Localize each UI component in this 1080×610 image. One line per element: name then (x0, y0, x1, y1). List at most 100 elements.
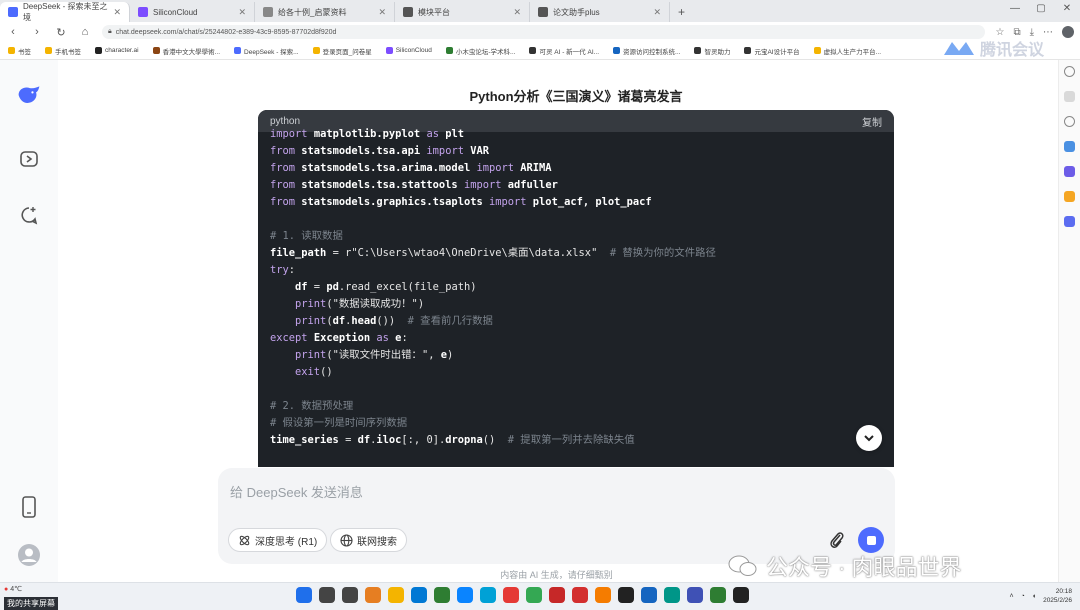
taskbar-app-icon[interactable] (342, 587, 358, 603)
code-token: = (307, 281, 327, 293)
taskbar-app-icon[interactable] (710, 587, 726, 603)
paperclip-icon[interactable] (828, 530, 846, 550)
bookmark-item[interactable]: 香港中文大學學術... (152, 46, 220, 56)
code-token: statsmodels.tsa.arima.model (301, 162, 471, 174)
search-icon[interactable] (1064, 66, 1075, 77)
code-token: plot_acf, plot_pacf (532, 196, 652, 208)
code-token: statsmodels.graphics.tsaplots (301, 196, 483, 208)
taskbar-app-icon[interactable] (457, 587, 473, 603)
message-input[interactable]: 给 DeepSeek 发送消息 (230, 482, 363, 501)
bookmark-item[interactable]: 手机书签 (45, 46, 81, 56)
bookmark-item[interactable]: 书签 (8, 46, 31, 56)
taskbar-app-icon[interactable] (411, 587, 427, 603)
code-token: adfuller (507, 179, 558, 191)
taskbar-app-icon[interactable] (572, 587, 588, 603)
back-icon[interactable]: ‹ (6, 26, 20, 38)
taskbar-app-icon[interactable] (549, 587, 565, 603)
bookmark-item[interactable]: 元宝AI设计平台 (744, 46, 800, 56)
forward-icon[interactable]: › (30, 26, 44, 38)
tab-close-icon[interactable]: ✕ (113, 7, 121, 18)
shopping-icon[interactable] (1064, 191, 1075, 202)
bookmark-item[interactable]: 虚拟人生产力平台... (813, 46, 881, 56)
browser-tab[interactable]: 模块平台 ✕ (395, 2, 530, 22)
weather-icon: ● (4, 586, 9, 593)
tool-icon[interactable] (1064, 91, 1075, 102)
tab-close-icon[interactable]: ✕ (238, 7, 246, 18)
code-line: # 假设第一列是时间序列数据 (270, 415, 716, 432)
browser-tab[interactable]: 论文助手plus ✕ (530, 2, 670, 22)
code-token: iloc (376, 434, 402, 446)
code-token: exit (295, 366, 321, 378)
code-token: file_path (270, 247, 327, 259)
taskbar-app-icon[interactable] (733, 587, 749, 603)
bookmark-item[interactable]: 小木虫论坛-学术科... (445, 46, 515, 56)
tab-close-icon[interactable]: ✕ (513, 7, 521, 18)
code-token: print (295, 298, 327, 310)
taskbar-app-icon[interactable] (434, 587, 450, 603)
home-icon[interactable]: ⌂ (78, 26, 92, 38)
taskbar-app-icon[interactable] (595, 587, 611, 603)
bookmark-item[interactable]: 可灵 AI - 新一代 AI... (529, 46, 599, 56)
chevron-up-icon[interactable]: ˄ (1010, 593, 1014, 600)
weather-widget[interactable]: ● 4℃ (4, 585, 22, 593)
url-text: chat.deepseek.com/a/chat/s/25244802-e389… (115, 28, 337, 36)
code-token: () (320, 366, 333, 378)
copy-button[interactable]: 复制 (862, 114, 882, 129)
clock[interactable]: 20:18 2025/2/26 (1043, 587, 1072, 605)
screen-share-label: 我的共享屏幕 (4, 597, 58, 610)
url-field[interactable]: 🔒︎ chat.deepseek.com/a/chat/s/25244802-e… (102, 25, 986, 39)
bookmark-item[interactable]: 登录页面_问卷星 (312, 46, 372, 56)
taskbar-app-icon[interactable] (618, 587, 634, 603)
network-icon[interactable]: ◔ (1021, 593, 1025, 600)
bookmark-item[interactable]: character.ai (95, 47, 139, 54)
taskbar-app-icon[interactable] (641, 587, 657, 603)
bookmark-label: character.ai (105, 47, 139, 54)
volume-icon[interactable]: ◖ (1032, 593, 1036, 600)
deep-think-button[interactable]: 深度思考 (R1) (228, 528, 328, 552)
bookmark-item[interactable]: SiliconCloud (385, 47, 432, 54)
code-token: from (270, 179, 296, 191)
close-window-icon[interactable]: ✕ (1060, 3, 1074, 14)
bookmark-item[interactable]: DeepSeek - 探索... (234, 46, 299, 56)
user-avatar[interactable] (16, 542, 42, 568)
browser-tab[interactable]: DeepSeek - 探索未至之境 ✕ (0, 2, 130, 22)
code-token: from (270, 162, 296, 174)
taskbar-app-icon[interactable] (664, 587, 680, 603)
tab-close-icon[interactable]: ✕ (653, 7, 661, 18)
start-menu-icon[interactable] (296, 587, 312, 603)
games-icon[interactable] (1064, 166, 1075, 177)
chat-history-icon[interactable] (16, 202, 42, 228)
menu-icon[interactable]: ⋯ (1043, 27, 1053, 38)
tab-close-icon[interactable]: ✕ (378, 7, 386, 18)
taskbar-app-icon[interactable] (319, 587, 335, 603)
taskbar-app-icon[interactable] (503, 587, 519, 603)
code-token: : (401, 332, 408, 344)
reload-icon[interactable]: ↻ (54, 26, 68, 39)
scroll-down-button[interactable] (856, 425, 882, 451)
timer-icon[interactable] (1064, 116, 1075, 127)
web-search-button[interactable]: 联网搜索 (330, 528, 407, 552)
new-chat-icon[interactable] (16, 146, 42, 172)
new-tab-icon[interactable]: + (670, 2, 693, 22)
notes-icon[interactable] (1064, 216, 1075, 227)
taskbar-app-icon[interactable] (480, 587, 496, 603)
bookmark-item[interactable]: 资源访问控制系统... (613, 46, 680, 56)
bookmark-label: 登录页面_问卷星 (322, 48, 372, 56)
code-token: import (463, 179, 502, 191)
taskbar-app-icon[interactable] (365, 587, 381, 603)
maximize-icon[interactable]: ▢ (1034, 3, 1048, 14)
browser-tab[interactable]: SiliconCloud ✕ (130, 2, 255, 22)
taskbar-app-icon[interactable] (687, 587, 703, 603)
bookmark-label: 资源访问控制系统... (623, 48, 681, 56)
translate-icon[interactable] (1064, 141, 1075, 152)
mobile-app-icon[interactable] (16, 494, 42, 520)
deepseek-logo-icon[interactable] (16, 82, 42, 108)
bookmark-label: 手机书签 (55, 48, 81, 56)
taskbar-app-icon[interactable] (526, 587, 542, 603)
bookmark-item[interactable]: 智灵助力 (694, 46, 730, 56)
profile-avatar[interactable] (1062, 26, 1074, 38)
minimize-icon[interactable]: — (1008, 3, 1022, 14)
taskbar-app-icon[interactable] (388, 587, 404, 603)
browser-tab[interactable]: 给各十例_启蒙资料 ✕ (255, 2, 395, 22)
